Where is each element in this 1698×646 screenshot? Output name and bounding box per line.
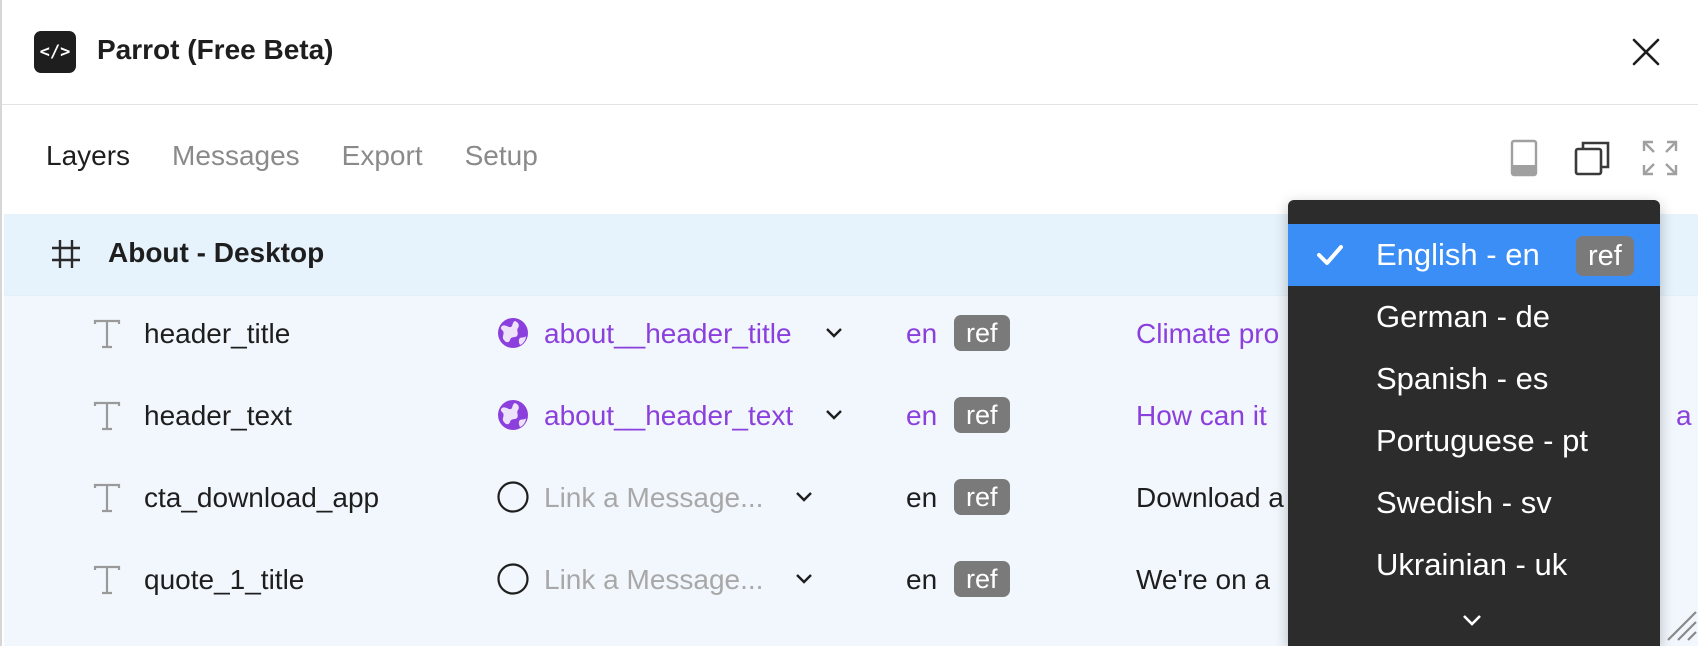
- message-key-select[interactable]: about__header_text: [544, 400, 793, 432]
- close-icon: [1632, 38, 1660, 66]
- message-preview: Climate pro: [1136, 318, 1280, 349]
- language-dropdown[interactable]: English - en ref German - de Spanish - e…: [1288, 200, 1660, 646]
- chevron-down-icon[interactable]: [824, 326, 844, 340]
- close-button[interactable]: [1626, 32, 1666, 72]
- language-option-label: English - en: [1376, 237, 1540, 272]
- tab-export[interactable]: Export: [342, 140, 423, 172]
- title-bar: </> Parrot (Free Beta): [2, 0, 1698, 105]
- link-message-select[interactable]: Link a Message...: [544, 564, 763, 596]
- tab-bar: Layers Messages Export Setup: [46, 140, 538, 172]
- mobile-view-icon: [1510, 139, 1538, 177]
- language-option-uk[interactable]: Ukrainian - uk: [1288, 534, 1660, 596]
- language-option-label: Swedish - sv: [1376, 485, 1552, 520]
- language-code[interactable]: en: [906, 318, 937, 350]
- link-message-select[interactable]: Link a Message...: [544, 482, 763, 514]
- tab-setup[interactable]: Setup: [465, 140, 538, 172]
- chevron-down-icon[interactable]: [794, 572, 814, 586]
- ref-badge: ref: [954, 315, 1010, 351]
- language-option-label: Spanish - es: [1376, 361, 1549, 396]
- language-code[interactable]: en: [906, 564, 937, 596]
- layer-name: quote_1_title: [144, 564, 305, 595]
- message-preview: Download a: [1136, 482, 1284, 513]
- ref-badge: ref: [954, 397, 1010, 433]
- language-code[interactable]: en: [906, 400, 937, 432]
- fullscreen-button[interactable]: [1640, 138, 1680, 178]
- unlinked-circle-icon: [497, 481, 529, 513]
- tab-messages[interactable]: Messages: [172, 140, 300, 172]
- layer-name: cta_download_app: [144, 482, 380, 513]
- text-layer-icon: [93, 319, 121, 349]
- checkmark-icon: [1317, 245, 1343, 265]
- message-preview: How can it: [1136, 400, 1267, 431]
- text-layer-icon: [93, 401, 121, 431]
- scroll-down-chevron-icon[interactable]: [1460, 612, 1484, 628]
- plugin-window: </> Parrot (Free Beta) Layers Messages E…: [0, 0, 1698, 646]
- frame-name: About - Desktop: [108, 237, 325, 268]
- chevron-down-icon[interactable]: [824, 408, 844, 422]
- fullscreen-icon: [1642, 140, 1678, 176]
- view-mode-controls: [1504, 138, 1680, 178]
- language-option-sv[interactable]: Swedish - sv: [1288, 472, 1660, 534]
- ref-badge: ref: [1576, 236, 1634, 276]
- ref-badge: ref: [954, 479, 1010, 515]
- app-logo: </>: [34, 31, 76, 73]
- message-key-select[interactable]: about__header_title: [544, 318, 792, 350]
- frame-hash-icon: [52, 240, 80, 268]
- chevron-down-icon[interactable]: [794, 490, 814, 504]
- language-option-en[interactable]: English - en ref: [1288, 224, 1660, 286]
- unlinked-circle-icon: [497, 563, 529, 595]
- language-option-es[interactable]: Spanish - es: [1288, 348, 1660, 410]
- message-preview-overflow: a: [1676, 400, 1692, 431]
- text-layer-icon: [93, 483, 121, 513]
- app-title: Parrot (Free Beta): [97, 34, 334, 65]
- globe-icon: [498, 400, 528, 430]
- language-option-label: Portuguese - pt: [1376, 423, 1588, 458]
- language-code[interactable]: en: [906, 482, 937, 514]
- ref-badge: ref: [954, 561, 1010, 597]
- resize-grip-icon[interactable]: [1664, 606, 1698, 642]
- layer-name: header_text: [144, 400, 292, 431]
- window-view-button[interactable]: [1572, 138, 1612, 178]
- window-view-icon: [1574, 141, 1610, 176]
- text-layer-icon: [93, 565, 121, 595]
- layer-name: header_title: [144, 318, 291, 349]
- tab-layers[interactable]: Layers: [46, 140, 130, 172]
- language-option-de[interactable]: German - de: [1288, 286, 1660, 348]
- message-preview: We're on a: [1136, 564, 1271, 595]
- language-option-pt[interactable]: Portuguese - pt: [1288, 410, 1660, 472]
- language-option-label: German - de: [1376, 299, 1551, 334]
- language-option-label: Ukrainian - uk: [1376, 547, 1568, 582]
- globe-icon: [498, 318, 528, 348]
- mobile-view-button[interactable]: [1504, 138, 1544, 178]
